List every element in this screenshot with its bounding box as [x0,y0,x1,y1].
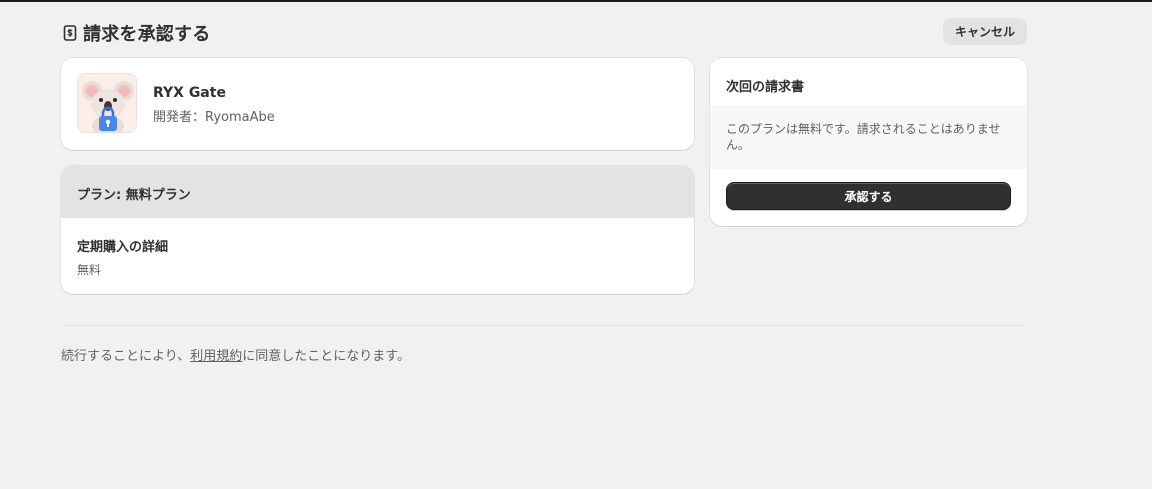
app-logo [77,73,137,133]
plan-title: プラン: 無料プラン [77,188,191,203]
terms-suffix: に同意したことになります。 [242,349,410,364]
subscription-details-value: 無料 [77,263,102,277]
divider [61,325,1027,326]
next-invoice-card: 次回の請求書 このプランは無料です。請求されることはありません。 承認する [710,58,1027,226]
page-header: 請求を承認する キャンセル [61,18,1027,46]
plan-header: プラン: 無料プラン [61,166,694,218]
top-bar [0,0,1152,2]
terms-link[interactable]: 利用規約 [190,349,242,364]
page-title: 請求を承認する [83,24,211,45]
app-name: RYX Gate [153,85,226,101]
approve-button[interactable]: 承認する [726,182,1011,210]
terms-notice: 続行することにより、利用規約に同意したことになります。 [61,345,410,364]
next-invoice-title: 次回の請求書 [726,80,805,95]
invoice-note-box: このプランは無料です。請求されることはありません。 [710,105,1027,169]
invoice-note: このプランは無料です。請求されることはありません。 [726,122,1001,152]
title-wrap: 請求を承認する [61,20,210,46]
terms-prefix: 続行することにより、 [61,349,191,364]
plan-card: プラン: 無料プラン 定期購入の詳細 無料 [61,166,694,294]
subscription-details-label: 定期購入の詳細 [77,240,169,255]
app-card: RYX Gate 開発者：RyomaAbe [61,58,694,150]
receipt-icon [61,24,79,42]
app-developer: 開発者：RyomaAbe [153,110,275,125]
cancel-button[interactable]: キャンセル [942,18,1027,45]
